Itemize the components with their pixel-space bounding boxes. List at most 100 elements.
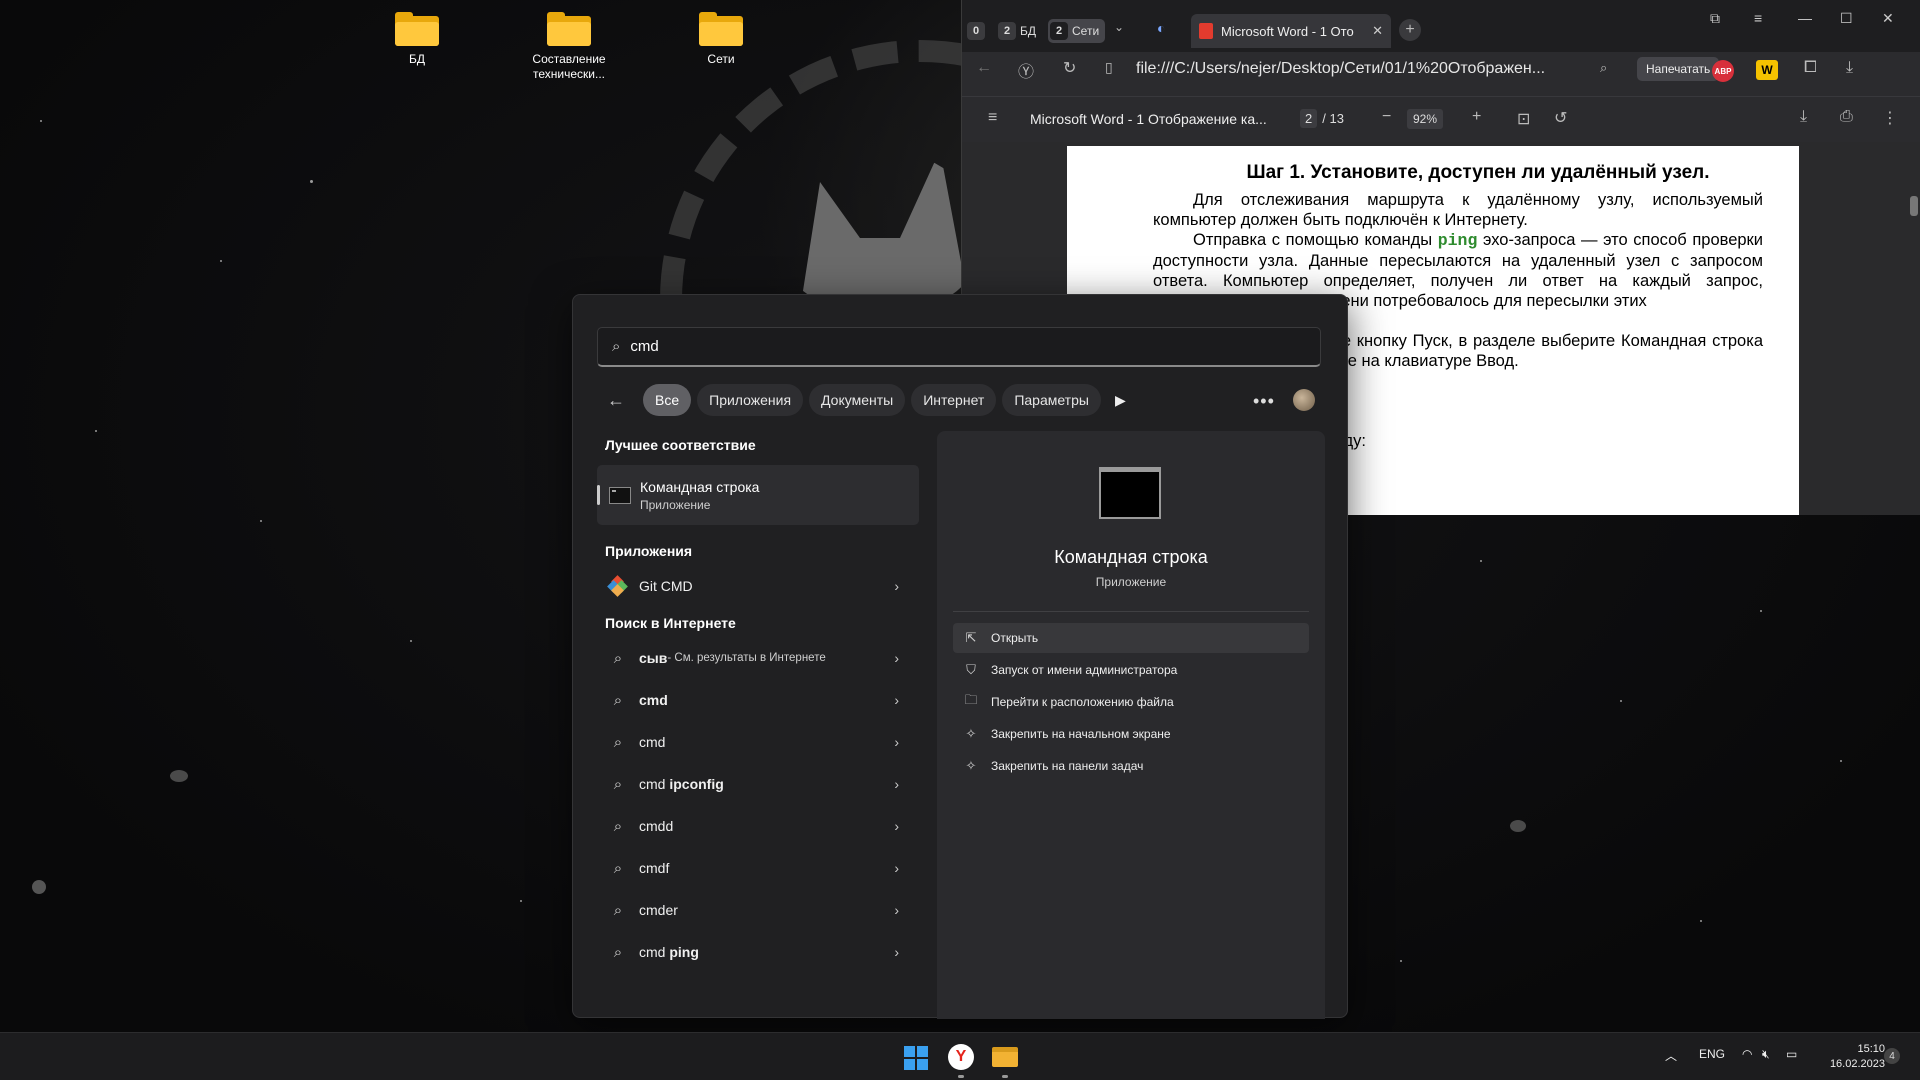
pin-icon: ✧	[965, 726, 977, 741]
translate-icon[interactable]: ⌕	[1600, 60, 1607, 76]
filter-settings[interactable]: Параметры	[1002, 384, 1101, 416]
back-arrow-icon[interactable]: ←	[976, 59, 992, 77]
site-tab-icon[interactable]: ◐	[1157, 20, 1165, 36]
back-arrow-icon[interactable]: ←	[607, 390, 625, 411]
action-open-file-location[interactable]: 🗀 Перейти к расположению файла	[953, 687, 1309, 717]
filter-apps[interactable]: Приложения	[697, 384, 804, 416]
w-extension-icon[interactable]: W	[1756, 60, 1778, 80]
scrollbar-thumb[interactable]	[1910, 196, 1918, 216]
tab-group-bd[interactable]: 2 БД	[998, 19, 1036, 43]
action-pin-to-taskbar[interactable]: ✧ Закрепить на панели задач	[953, 751, 1309, 781]
web-result-item[interactable]: ⌕ cmdf ›	[597, 847, 919, 889]
rotate-icon[interactable]: ↺	[1554, 108, 1567, 128]
pdf-more-icon[interactable]: ⋮	[1882, 108, 1898, 128]
avatar[interactable]	[1293, 389, 1315, 411]
fit-page-icon[interactable]: ⊡	[1517, 109, 1530, 129]
zoom-level[interactable]: 92%	[1407, 109, 1444, 129]
chevron-right-icon[interactable]: ›	[894, 902, 899, 918]
web-result-item[interactable]: ⌕ cmd ›	[597, 679, 919, 721]
zoom-out-icon[interactable]: −	[1382, 108, 1391, 126]
close-tab-icon[interactable]: ✕	[1372, 23, 1383, 39]
minimize-icon[interactable]: —	[1798, 10, 1812, 26]
chevron-right-icon[interactable]: ›	[894, 860, 899, 876]
desktop-icon-tech-spec[interactable]: Составление технически...	[514, 12, 624, 82]
search-box[interactable]: ⌕	[597, 327, 1321, 367]
chevron-down-icon[interactable]: ⌄	[1114, 20, 1124, 34]
adblock-extension-icon[interactable]: ABP	[1712, 60, 1734, 82]
results-list: Лучшее соответствие Командная строка При…	[597, 431, 927, 973]
filter-internet[interactable]: Интернет	[911, 384, 997, 416]
maximize-icon[interactable]: ☐	[1840, 10, 1853, 27]
web-result-item[interactable]: ⌕ cmd ipconfig ›	[597, 763, 919, 805]
command-prompt-icon	[1099, 467, 1161, 519]
yandex-browser-taskbar-icon[interactable]: Y	[948, 1044, 974, 1070]
wifi-icon[interactable]: ◠	[1742, 1047, 1752, 1061]
print-button[interactable]: Напечатать	[1637, 57, 1720, 81]
desktop-icon-label: Сети	[707, 52, 735, 66]
chevron-right-icon[interactable]: ›	[894, 818, 899, 834]
web-result-item[interactable]: ⌕ cmd ›	[597, 721, 919, 763]
language-indicator[interactable]: ENG	[1699, 1047, 1725, 1061]
chevron-right-icon[interactable]: ›	[894, 944, 899, 960]
tab-group-0[interactable]: 0	[967, 19, 989, 43]
folder-icon	[699, 12, 743, 46]
more-options-icon[interactable]: •••	[1253, 391, 1275, 412]
open-icon: ⇱	[965, 630, 977, 645]
pdf-menu-icon[interactable]: ≡	[988, 109, 997, 127]
pdf-print-icon[interactable]: ⎙	[1840, 108, 1853, 126]
notification-badge[interactable]: 4	[1884, 1048, 1900, 1064]
tab-group-networks[interactable]: 2 Сети	[1048, 19, 1106, 43]
volume-muted-icon[interactable]: 🔇︎	[1762, 1047, 1770, 1062]
detail-actions: ⇱ Открыть ⛉ Запуск от имени администрато…	[953, 623, 1309, 783]
clock[interactable]: 15:10 16.02.2023	[1815, 1042, 1885, 1072]
more-filters-play-icon[interactable]: ▶	[1115, 392, 1126, 409]
desktop-icon-label: Составление технически...	[532, 52, 606, 81]
search-icon: ⌕	[613, 733, 623, 751]
bookmarks-icon[interactable]: ⧉	[1710, 10, 1720, 27]
battery-icon[interactable]: ▭	[1786, 1047, 1797, 1061]
desktop-icon-networks[interactable]: Сети	[666, 12, 776, 67]
file-explorer-taskbar-icon[interactable]	[992, 1047, 1018, 1067]
chevron-right-icon[interactable]: ›	[894, 776, 899, 792]
section-web-title: Поиск в Интернете	[605, 615, 736, 631]
web-result-item[interactable]: ⌕ cmd ping ›	[597, 931, 919, 973]
address-input[interactable]: file:///C:/Users/nejer/Desktop/Сети/01/1…	[1136, 60, 1545, 78]
action-open[interactable]: ⇱ Открыть	[953, 623, 1309, 653]
action-pin-to-start[interactable]: ✧ Закрепить на начальном экране	[953, 719, 1309, 749]
download-icon[interactable]: ⤓	[1846, 59, 1853, 77]
menu-icon[interactable]: ≡	[1754, 10, 1762, 26]
pdf-title: Microsoft Word - 1 Отображение ка...	[1030, 111, 1267, 127]
desktop-icon-bd[interactable]: БД	[362, 12, 472, 67]
reload-icon[interactable]: ↻	[1063, 58, 1076, 78]
pdf-scrollbar[interactable]	[1907, 142, 1920, 515]
web-result-item[interactable]: ⌕ сыв - См. результаты в Интернете ›	[597, 637, 919, 679]
app-item-git-cmd[interactable]: Git CMD ›	[597, 565, 919, 607]
chevron-right-icon[interactable]: ›	[894, 578, 899, 594]
pdf-download-icon[interactable]: ⤓	[1800, 108, 1807, 126]
chevron-right-icon[interactable]: ›	[894, 650, 899, 666]
ping-command: ping	[1437, 231, 1478, 250]
yandex-icon[interactable]: Ⓨ	[1018, 58, 1034, 82]
search-icon: ⌕	[612, 338, 621, 355]
extensions-icon[interactable]: ⧠	[1804, 59, 1817, 77]
close-window-icon[interactable]: ✕	[1882, 10, 1894, 27]
pdf-page-indicator: 2 / 13	[1300, 109, 1344, 128]
section-apps-title: Приложения	[605, 543, 693, 559]
zoom-in-icon[interactable]: +	[1472, 108, 1481, 126]
app-item-label: Git CMD	[639, 578, 693, 594]
filter-all[interactable]: Все	[643, 384, 692, 416]
action-run-as-admin[interactable]: ⛉ Запуск от имени администратора	[953, 655, 1309, 685]
page-number-input[interactable]: 2	[1300, 109, 1318, 128]
search-input[interactable]	[630, 338, 1231, 355]
chevron-right-icon[interactable]: ›	[894, 734, 899, 750]
chevron-right-icon[interactable]: ›	[894, 692, 899, 708]
web-result-item[interactable]: ⌕ cmdd ›	[597, 805, 919, 847]
filter-documents[interactable]: Документы	[809, 384, 906, 416]
best-match-item[interactable]: Командная строка Приложение	[597, 465, 919, 525]
tray-overflow-chevron-icon[interactable]: ︿	[1665, 1047, 1677, 1064]
start-button[interactable]	[904, 1046, 928, 1070]
search-icon: ⌕	[613, 943, 623, 961]
new-tab-icon[interactable]: +	[1399, 19, 1421, 41]
web-result-item[interactable]: ⌕ cmder ›	[597, 889, 919, 931]
tab-active-pdf[interactable]: Microsoft Word - 1 Ото ✕	[1191, 14, 1391, 48]
